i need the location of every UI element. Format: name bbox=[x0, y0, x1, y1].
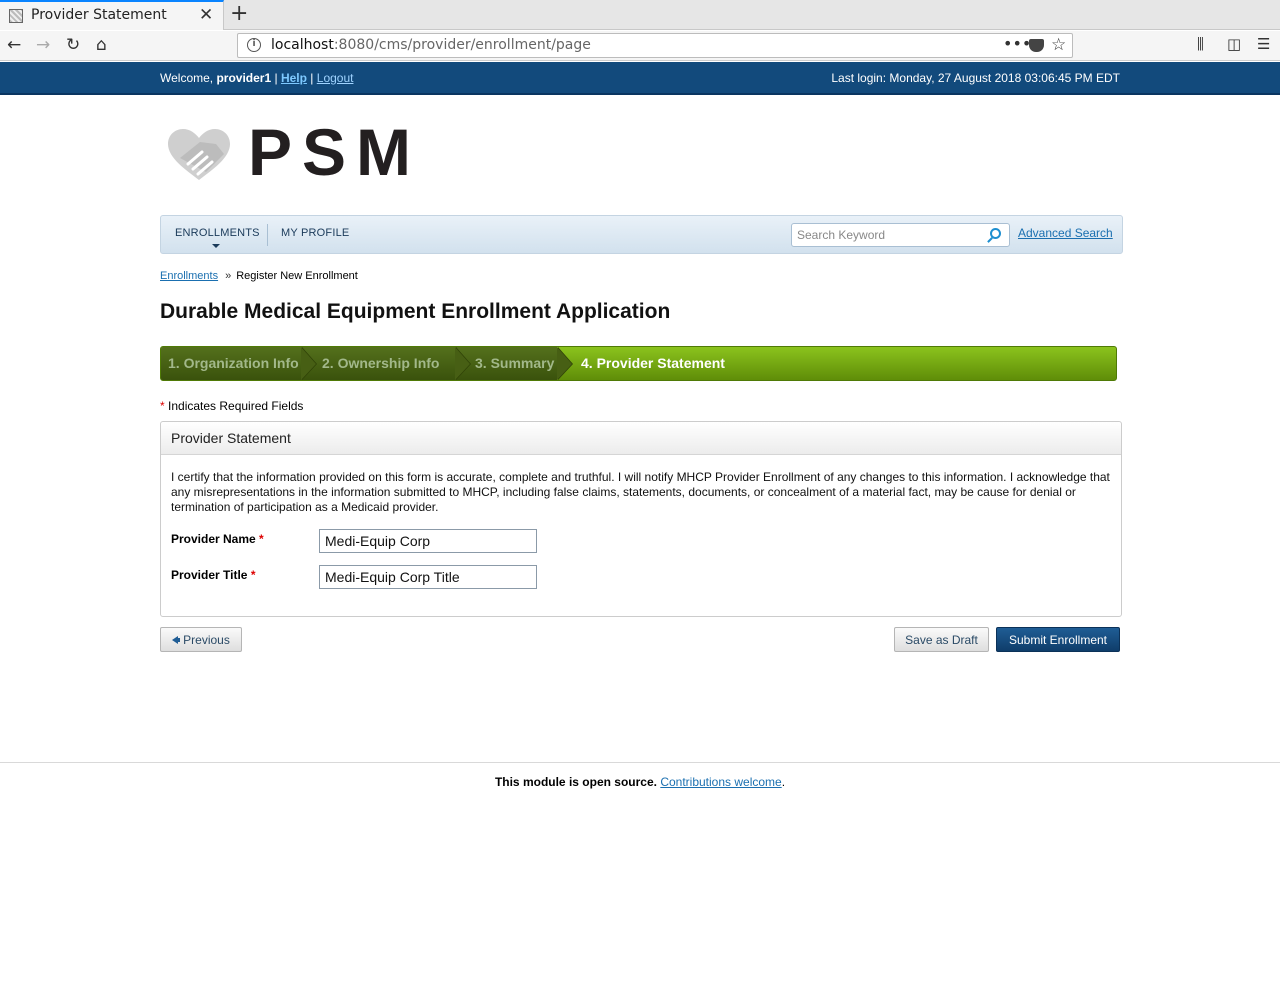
search-input[interactable] bbox=[797, 227, 982, 243]
menu-icon[interactable]: ☰ bbox=[1257, 35, 1270, 53]
enrollment-steps: 1. Organization Info 2. Ownership Info 3… bbox=[160, 346, 1117, 381]
page-title: Durable Medical Equipment Enrollment App… bbox=[160, 300, 671, 323]
address-bar[interactable]: i localhost:8080/cms/provider/enrollment… bbox=[237, 33, 1073, 58]
browser-tab[interactable]: Provider Statement ✕ bbox=[0, 0, 224, 30]
nav-active-caret-icon bbox=[212, 244, 220, 248]
address-url: localhost:8080/cms/provider/enrollment/p… bbox=[271, 37, 591, 53]
panel-header: Provider Statement bbox=[161, 422, 1121, 455]
last-login-text: Last login: Monday, 27 August 2018 03:06… bbox=[831, 71, 1120, 85]
breadcrumb-current: Register New Enrollment bbox=[236, 270, 358, 282]
logout-link[interactable]: Logout bbox=[317, 71, 354, 85]
welcome-prefix: Welcome, bbox=[160, 71, 217, 85]
provider-statement-panel: Provider Statement I certify that the in… bbox=[160, 421, 1122, 617]
nav-my-profile[interactable]: MY PROFILE bbox=[281, 227, 349, 239]
psm-wordmark: PSM bbox=[248, 115, 422, 189]
breadcrumb-enrollments-link[interactable]: Enrollments bbox=[160, 270, 218, 282]
main-navigation: ENROLLMENTS MY PROFILE Advanced Search bbox=[160, 215, 1123, 254]
step-provider-statement: 4. Provider Statement bbox=[581, 355, 725, 371]
site-info-icon[interactable]: i bbox=[247, 38, 261, 52]
library-icon[interactable]: ⫼ bbox=[1197, 35, 1204, 53]
new-tab-icon[interactable]: + bbox=[230, 1, 248, 26]
nav-enrollments[interactable]: ENROLLMENTS bbox=[175, 227, 260, 239]
page-favicon-icon bbox=[9, 9, 23, 23]
reload-icon[interactable]: ↻ bbox=[66, 35, 80, 55]
welcome-text: Welcome, provider1 | Help | Logout bbox=[160, 71, 353, 85]
username: provider1 bbox=[216, 71, 272, 85]
separator: | bbox=[271, 71, 281, 85]
required-note-text: Indicates Required Fields bbox=[164, 399, 304, 413]
panel-title: Provider Statement bbox=[171, 430, 291, 446]
separator: | bbox=[306, 71, 317, 85]
provider-title-label: Provider Title * bbox=[171, 568, 256, 582]
browser-toolbar: ← → ↻ ⌂ i localhost:8080/cms/provider/en… bbox=[0, 31, 1280, 61]
help-link[interactable]: Help bbox=[281, 71, 307, 85]
previous-button[interactable]: Previous bbox=[160, 627, 242, 652]
search-box bbox=[791, 223, 1010, 247]
heart-hands-logo-icon bbox=[168, 129, 230, 180]
contributions-link[interactable]: Contributions welcome bbox=[660, 775, 781, 789]
site-header-bar: Welcome, provider1 | Help | Logout Last … bbox=[0, 62, 1280, 95]
provider-title-field[interactable] bbox=[319, 565, 537, 589]
footer-divider bbox=[0, 762, 1280, 763]
browser-tab-title: Provider Statement bbox=[31, 7, 167, 23]
back-icon[interactable]: ← bbox=[7, 35, 21, 55]
arrow-stem bbox=[177, 637, 181, 642]
save-draft-button[interactable]: Save as Draft bbox=[894, 627, 989, 652]
required-fields-note: * Indicates Required Fields bbox=[160, 399, 303, 413]
search-icon[interactable] bbox=[990, 228, 1001, 239]
provider-name-label: Provider Name * bbox=[171, 532, 264, 546]
advanced-search-link[interactable]: Advanced Search bbox=[1018, 226, 1113, 240]
provider-name-field[interactable] bbox=[319, 529, 537, 553]
forward-icon[interactable]: → bbox=[36, 35, 50, 55]
previous-label: Previous bbox=[183, 632, 230, 647]
footer-text: This module is open source. bbox=[494, 775, 657, 789]
pocket-icon[interactable] bbox=[1029, 39, 1044, 52]
page-actions-icon[interactable]: ••• bbox=[1003, 34, 1031, 53]
browser-tab-bar: Provider Statement ✕ + bbox=[0, 0, 1280, 30]
psm-logo: PSM bbox=[166, 115, 416, 189]
certification-text: I certify that the information provided … bbox=[171, 470, 1110, 514]
footer: This module is open source. Contribution… bbox=[0, 775, 1280, 789]
breadcrumb: Enrollments » Register New Enrollment bbox=[160, 270, 358, 282]
step-organization-info[interactable]: 1. Organization Info bbox=[161, 347, 317, 380]
submit-enrollment-button[interactable]: Submit Enrollment bbox=[996, 627, 1120, 652]
breadcrumb-separator-icon: » bbox=[225, 270, 232, 282]
home-icon[interactable]: ⌂ bbox=[96, 35, 107, 55]
bookmark-star-icon[interactable]: ☆ bbox=[1051, 35, 1066, 55]
sidebar-icon[interactable]: ◫ bbox=[1227, 35, 1241, 53]
footer-period: . bbox=[781, 775, 786, 789]
step-ownership-info[interactable]: 2. Ownership Info bbox=[301, 347, 471, 380]
close-tab-icon[interactable]: ✕ bbox=[199, 5, 213, 25]
nav-separator bbox=[267, 224, 268, 246]
